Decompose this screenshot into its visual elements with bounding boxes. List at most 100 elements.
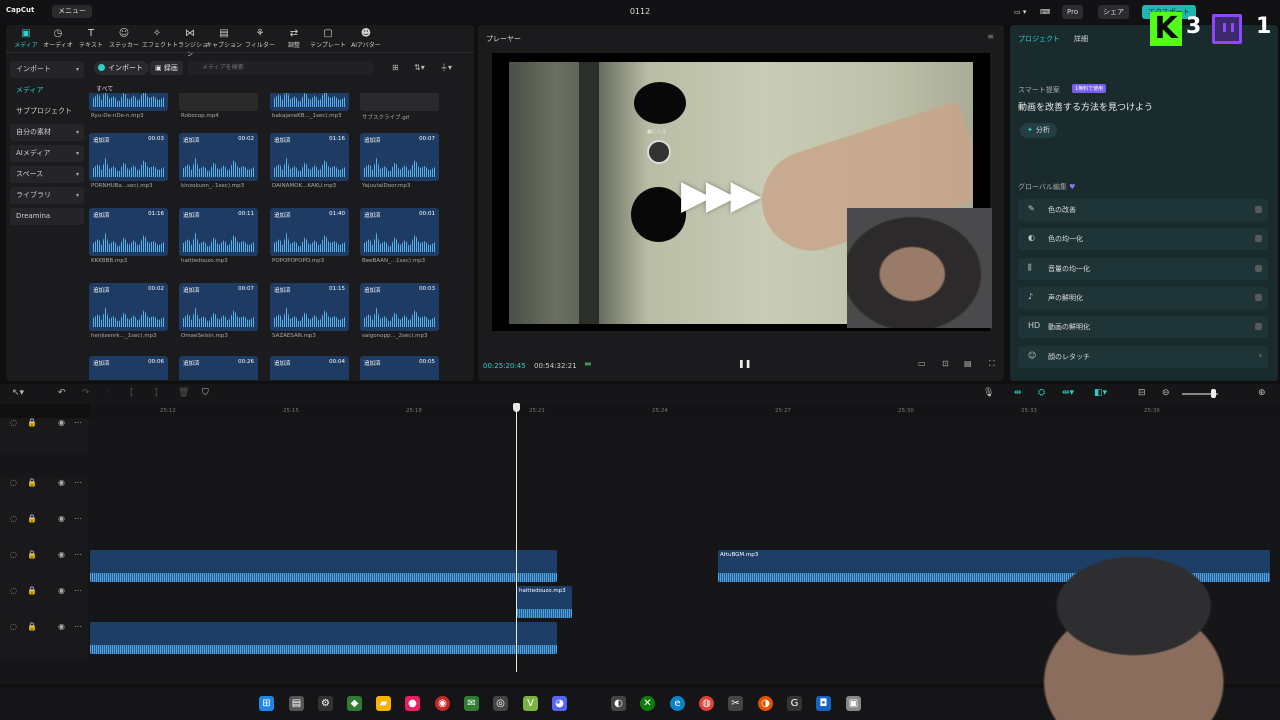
media-item[interactable]: 追加済 00:03 saigonopp..._2sec).mp3: [360, 283, 439, 351]
record-icon[interactable]: ◉: [435, 696, 450, 711]
sidebar-item-3[interactable]: 自分の素材 ▾: [10, 124, 84, 141]
shortcut-icon[interactable]: ⌨: [1040, 5, 1050, 19]
media-item[interactable]: 追加済 00:02 henjisenrk..._1sec).mp3: [89, 283, 168, 351]
timeline-ruler[interactable]: 25:12 25:15 25:18 25:21 25:24 25:27 25:30 25:33…: [90, 404, 1280, 418]
nvidia-icon[interactable]: ◆: [347, 696, 362, 711]
more-icon[interactable]: ⋯: [74, 418, 82, 427]
zoom-fit-timeline-icon[interactable]: ⊕: [1258, 388, 1266, 398]
media-item[interactable]: 追加済 00:07 YajuutaiDoor.mp3: [360, 133, 439, 201]
filter-icon[interactable]: ⏚▾: [440, 61, 452, 75]
app-icon[interactable]: ◑: [758, 696, 773, 711]
global-edit-item[interactable]: ☺ 顔のレタッチ ›: [1018, 345, 1268, 368]
magnet-icon[interactable]: ⛭: [1038, 388, 1045, 398]
grid-view-icon[interactable]: ⊞: [392, 61, 399, 75]
media-item[interactable]: Ryu-De-nDe-n.mp3: [89, 93, 168, 131]
sidebar-item-2[interactable]: サブプロジェクト: [10, 103, 84, 120]
aspect-ratio-icon[interactable]: ▭: [918, 359, 926, 368]
task-view-icon[interactable]: ▤: [289, 696, 304, 711]
split-icon[interactable]: ⫶: [106, 388, 108, 398]
sort-icon[interactable]: ⇅▾: [414, 61, 425, 75]
sidebar-item-1[interactable]: メディア: [10, 82, 84, 99]
vim-icon[interactable]: V: [523, 696, 538, 711]
select-tool-icon[interactable]: ↖▾: [12, 388, 24, 398]
track-visible-icon[interactable]: ◌: [10, 622, 17, 631]
pause-icon[interactable]: ❚❚: [738, 359, 751, 368]
toggle-checkbox[interactable]: [1255, 206, 1262, 213]
tab-effect[interactable]: ✧ エフェクト: [139, 27, 175, 49]
audio-icon[interactable]: ◉: [58, 550, 65, 559]
app-icon[interactable]: ◐: [611, 696, 626, 711]
media-item[interactable]: 追加済 00:02 kinzokuon_..1sec).mp3: [179, 133, 258, 201]
audio-clip[interactable]: [90, 622, 557, 654]
more-icon[interactable]: ⋯: [74, 478, 82, 487]
sidebar-item-0[interactable]: インポート ▾: [10, 61, 84, 78]
tab-filter[interactable]: ⚘ フィルター: [242, 27, 278, 49]
discord-icon[interactable]: ◕: [552, 696, 567, 711]
lock-icon[interactable]: 🔒: [27, 478, 37, 487]
more-icon[interactable]: ⋯: [74, 586, 82, 595]
audio-icon[interactable]: ◉: [58, 478, 65, 487]
audio-icon[interactable]: ◉: [58, 514, 65, 523]
track-visible-icon[interactable]: ◌: [10, 550, 17, 559]
app-icon[interactable]: G: [787, 696, 802, 711]
media-item[interactable]: Robocop.mp4: [179, 93, 258, 131]
tab-transition[interactable]: ⋈ トランジション: [172, 27, 208, 58]
file-explorer-icon[interactable]: ▰: [376, 696, 391, 711]
lock-icon[interactable]: 🔒: [27, 550, 37, 559]
tab-detail[interactable]: 詳細: [1074, 34, 1088, 44]
chrome-icon[interactable]: ◍: [699, 696, 714, 711]
media-item[interactable]: 追加済 00:05: [360, 356, 439, 380]
trim-left-icon[interactable]: [: [130, 388, 134, 398]
import-tab[interactable]: インポート: [94, 61, 149, 75]
lock-icon[interactable]: 🔒: [27, 514, 37, 523]
start-icon[interactable]: ⊞: [259, 696, 274, 711]
app-icon[interactable]: ◘: [816, 696, 831, 711]
media-item[interactable]: 追加済 01:16 DAINAMOK...KAKU.mp3: [270, 133, 349, 201]
tab-ai-avatar[interactable]: ☻ AIアバター: [348, 27, 384, 49]
toggle-checkbox[interactable]: [1255, 235, 1262, 243]
media-item[interactable]: 追加済 00:01 BeeBAAN_...1sec).mp3: [360, 208, 439, 276]
audio-clip-haittedouzo[interactable]: haittedouzo.mp3: [517, 586, 572, 618]
tab-audio[interactable]: ◷ オーディオ: [40, 27, 76, 49]
marker-icon[interactable]: ⛉: [202, 388, 209, 398]
app-icon[interactable]: ●: [405, 696, 420, 711]
app-icon[interactable]: ▣: [846, 696, 861, 711]
sidebar-item-6[interactable]: ライブラリ ▾: [10, 187, 84, 204]
lock-icon[interactable]: 🔒: [27, 586, 37, 595]
xbox-icon[interactable]: ✕: [640, 696, 655, 711]
track-visible-icon[interactable]: ◌: [10, 586, 17, 595]
video-preview[interactable]: ■に入る ▶▶▶: [492, 53, 992, 331]
more-icon[interactable]: ⋯: [74, 514, 82, 523]
media-item[interactable]: 追加済 00:07 OmaeSeisin.mp3: [179, 283, 258, 351]
redo-icon[interactable]: ↷: [82, 388, 90, 398]
audio-icon[interactable]: ◉: [58, 418, 65, 427]
zoom-fit-icon[interactable]: ⊡: [942, 359, 949, 368]
ratio-icon[interactable]: ▤: [964, 359, 972, 368]
media-item[interactable]: 追加済 00:03 PORNHUBa...sec).mp3: [89, 133, 168, 201]
zoom-slider-handle[interactable]: [1211, 389, 1216, 398]
global-edit-item[interactable]: HD 動画の鮮明化: [1018, 316, 1268, 339]
sidebar-item-5[interactable]: スペース ▾: [10, 166, 84, 183]
app-icon[interactable]: ✂: [728, 696, 743, 711]
tab-project[interactable]: プロジェクト: [1018, 34, 1060, 44]
undo-icon[interactable]: ↶: [58, 388, 66, 398]
global-edit-item[interactable]: ✎ 色の改善: [1018, 199, 1268, 221]
media-item[interactable]: 追加済 01:15 SAZAESAN.mp3: [270, 283, 349, 351]
settings-icon[interactable]: ⚙: [318, 696, 333, 711]
player-menu-icon[interactable]: ≡: [987, 32, 994, 41]
toggle-checkbox[interactable]: [1255, 323, 1262, 331]
global-edit-item[interactable]: ◐ 色の均一化: [1018, 228, 1268, 251]
lock-icon[interactable]: 🔒: [27, 418, 37, 427]
pro-button[interactable]: Pro: [1062, 5, 1084, 19]
track-visible-icon[interactable]: ◌: [10, 514, 17, 523]
microphone-icon[interactable]: 🎙: [983, 388, 994, 398]
tab-adjust[interactable]: ⇄ 調整: [276, 27, 312, 49]
analyze-button[interactable]: ✦ 分析: [1020, 123, 1057, 138]
tab-sticker[interactable]: ☺ ステッカー: [106, 27, 142, 49]
media-item[interactable]: サブスクライブ.gif: [360, 93, 439, 131]
tab-caption[interactable]: ▤ キャプション: [206, 27, 242, 49]
app-icon[interactable]: ◎: [493, 696, 508, 711]
tab-template[interactable]: ▢ テンプレート: [310, 27, 346, 49]
fullscreen-icon[interactable]: ⛶: [989, 359, 995, 369]
media-item[interactable]: 追加済 00:11 haittedouzo.mp3: [179, 208, 258, 276]
